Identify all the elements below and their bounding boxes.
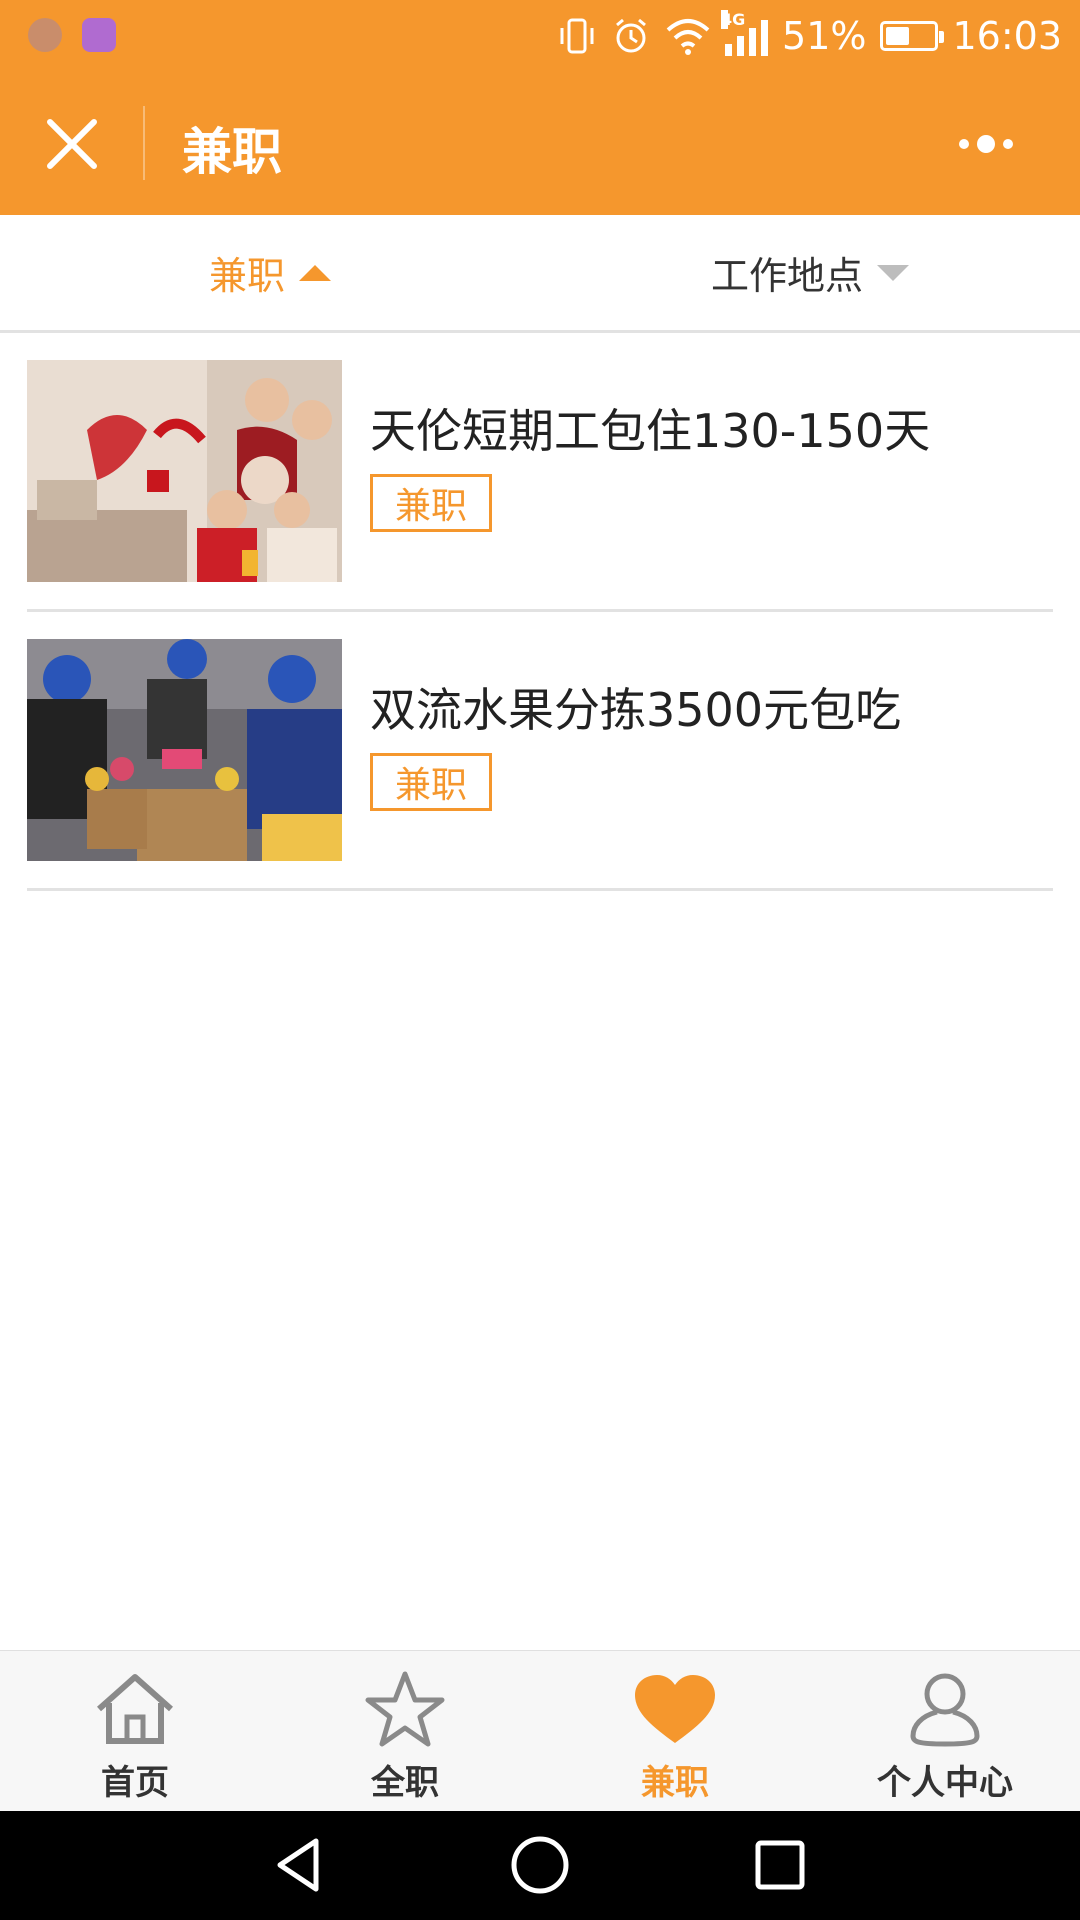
- home-icon: [90, 1669, 180, 1749]
- app-header: 兼职: [0, 72, 1080, 215]
- close-icon[interactable]: [36, 108, 108, 180]
- alarm-icon: [611, 16, 651, 56]
- vibrate-icon: [557, 16, 597, 56]
- tab-fulltime-label: 全职: [371, 1763, 439, 1803]
- job-title: 天伦短期工包住130-150天: [370, 404, 931, 458]
- page-title: 兼职: [182, 123, 282, 181]
- gallery-icon: [82, 18, 116, 52]
- job-type-badge: 兼职: [370, 474, 492, 532]
- filter-location-label: 工作地点: [710, 254, 863, 298]
- network-type-label: 4G: [721, 10, 746, 29]
- tab-profile[interactable]: 个人中心: [810, 1651, 1080, 1812]
- star-icon: [360, 1669, 450, 1749]
- caret-up-icon: [299, 264, 331, 281]
- tab-home-label: 首页: [101, 1763, 169, 1803]
- tab-parttime-label: 兼职: [641, 1763, 709, 1803]
- home-circle-icon[interactable]: [504, 1829, 576, 1901]
- recents-icon[interactable]: [744, 1829, 816, 1901]
- job-title: 双流水果分拣3500元包吃: [370, 683, 902, 737]
- filter-location[interactable]: 工作地点: [540, 215, 1080, 330]
- tab-parttime[interactable]: 兼职: [540, 1651, 810, 1812]
- wifi-icon: [665, 16, 711, 56]
- job-item[interactable]: 双流水果分拣3500元包吃 兼职: [27, 612, 1053, 891]
- tab-fulltime[interactable]: 全职: [270, 1651, 540, 1812]
- job-type-badge: 兼职: [370, 753, 492, 811]
- status-bar: 4G 51% 16:03: [0, 0, 1080, 72]
- battery-icon: [880, 21, 945, 51]
- signal-icon: 4G: [721, 10, 769, 56]
- bottom-tab-bar: 首页 全职 兼职 个人中心: [0, 1650, 1080, 1812]
- filter-job-type[interactable]: 兼职: [0, 215, 540, 330]
- fruit-sorting-photo: [27, 639, 342, 861]
- filter-job-type-label: 兼职: [208, 254, 285, 298]
- family-ad-photo: [27, 360, 342, 582]
- job-item[interactable]: 天伦短期工包住130-150天 兼职: [27, 333, 1053, 612]
- tab-profile-label: 个人中心: [877, 1763, 1013, 1803]
- header-divider: [143, 106, 145, 180]
- battery-percent: 51%: [782, 14, 867, 58]
- caret-down-icon: [877, 264, 909, 281]
- app-badge-icon: [28, 18, 62, 52]
- system-navigation-bar: [0, 1811, 1080, 1920]
- back-icon[interactable]: [264, 1829, 336, 1901]
- filter-bar: 兼职 工作地点: [0, 215, 1080, 333]
- user-icon: [900, 1669, 990, 1749]
- clock-time: 16:03: [952, 14, 1062, 58]
- heart-icon: [630, 1669, 720, 1749]
- tab-home[interactable]: 首页: [0, 1651, 270, 1812]
- job-list: 天伦短期工包住130-150天 兼职 双流水果分拣3500元包吃 兼职: [0, 333, 1080, 891]
- more-dots-icon[interactable]: [944, 122, 1044, 166]
